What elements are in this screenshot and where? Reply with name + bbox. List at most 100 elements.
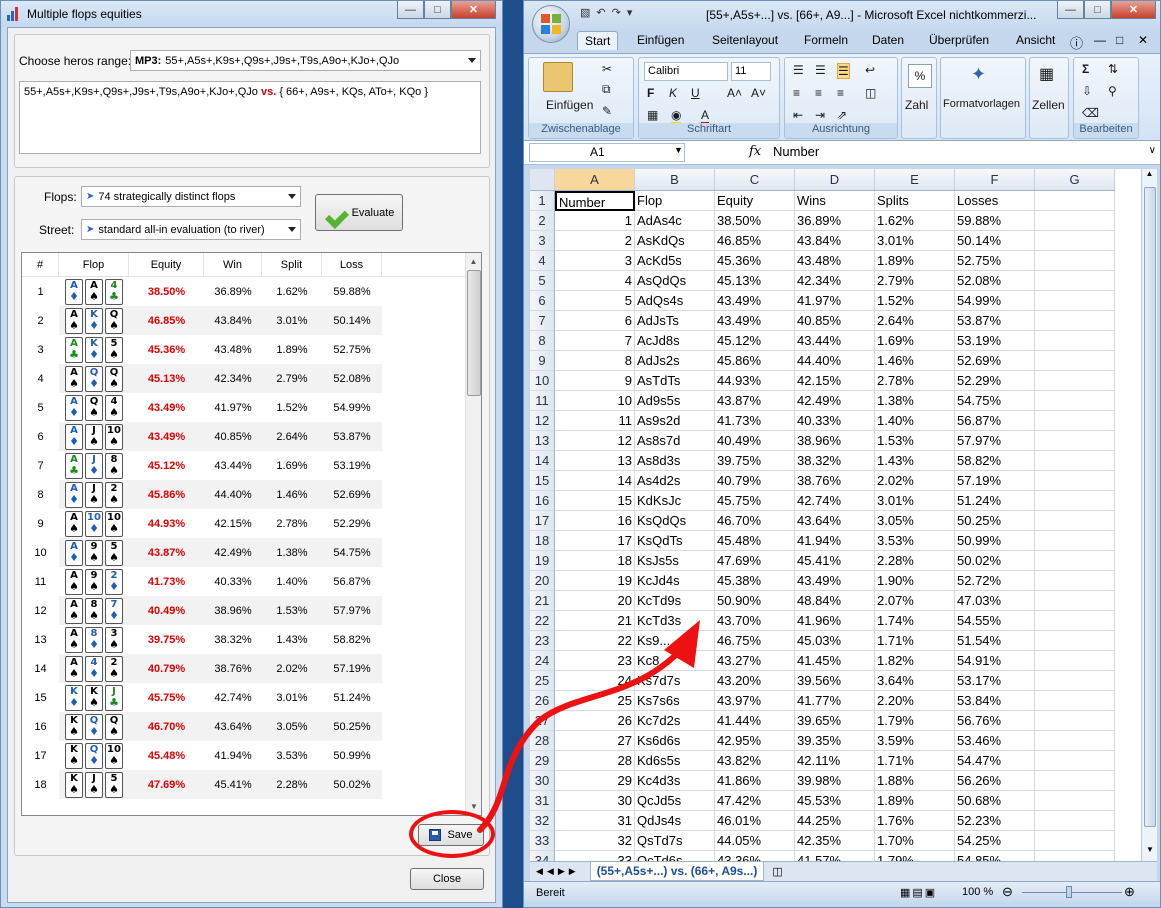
cell[interactable]: AdJsTs [635,311,715,331]
cell[interactable]: 47.69% [715,551,795,571]
cell[interactable]: AcKd5s [635,251,715,271]
align-center-icon[interactable]: ≡ [815,86,822,100]
cell[interactable]: As9s2d [635,411,715,431]
grid-scrollbar[interactable]: ▲ ▼ [465,253,481,815]
zoom-level[interactable]: 100 % [962,886,993,898]
cell[interactable] [1035,731,1115,751]
cell[interactable]: 21 [555,611,635,631]
cell[interactable]: 8 [555,351,635,371]
cell[interactable]: 1.76% [875,811,955,831]
align-right-icon[interactable]: ≡ [837,86,844,100]
ribbon-minimize-icon[interactable]: — [1094,33,1106,47]
cell[interactable]: 50.68% [955,791,1035,811]
excel-close-button[interactable]: ✕ [1111,1,1156,19]
cell[interactable]: 2.79% [875,271,955,291]
row-header[interactable]: 26 [530,691,555,711]
cell[interactable]: 44.05% [715,831,795,851]
cell[interactable] [1035,331,1115,351]
cell[interactable]: 40.33% [795,411,875,431]
row-header[interactable]: 25 [530,671,555,691]
cell[interactable]: 43.82% [715,751,795,771]
underline-icon[interactable]: U [691,86,700,100]
cell[interactable]: 1.74% [875,611,955,631]
cell[interactable]: 50.14% [955,231,1035,251]
minimize-button[interactable]: — [397,1,424,19]
row-header[interactable]: 27 [530,711,555,731]
italic-icon[interactable]: K [669,86,677,100]
cell[interactable]: 51.24% [955,491,1035,511]
tab-start[interactable]: Start [577,31,619,50]
col-f-header[interactable]: F [955,169,1035,190]
row-header[interactable]: 24 [530,651,555,671]
header-cell[interactable]: Flop [635,191,715,211]
cell[interactable]: 53.84% [955,691,1035,711]
cell[interactable]: 52.23% [955,811,1035,831]
zoom-in-icon[interactable]: ⊕ [1124,884,1135,900]
paste-icon[interactable] [543,62,573,92]
fx-icon[interactable]: fx [749,144,761,159]
row-header[interactable]: 19 [530,551,555,571]
grid-row[interactable]: 11 A ♠ 9 ♠ 2 ♦ 41.73% 40.33% 1.40% 56.87% [22,567,467,596]
cell[interactable]: 45.03% [795,631,875,651]
cells-button[interactable]: Zellen [1032,98,1065,112]
close-button[interactable]: Close [410,868,484,890]
cell[interactable]: 44.25% [795,811,875,831]
row-header[interactable]: 20 [530,571,555,591]
scroll-down-icon[interactable]: ▼ [1142,845,1158,861]
cell[interactable]: 44.40% [795,351,875,371]
office-button-icon[interactable] [532,5,570,43]
row-header[interactable]: 29 [530,751,555,771]
row-header[interactable]: 6 [530,291,555,311]
cell[interactable]: AdQs4s [635,291,715,311]
cell[interactable]: 45.48% [715,531,795,551]
cell[interactable]: 17 [555,531,635,551]
grid-row[interactable]: 14 A ♠ 4 ♦ 2 ♠ 40.79% 38.76% 2.02% 57.19% [22,654,467,683]
cell[interactable]: AdAs4c [635,211,715,231]
cell[interactable]: 38.50% [715,211,795,231]
col-header-equity[interactable]: Equity [129,253,204,276]
cell[interactable] [1035,211,1115,231]
cell[interactable]: 9 [555,371,635,391]
header-cell[interactable]: Wins [795,191,875,211]
cell[interactable]: 52.69% [955,351,1035,371]
cell[interactable]: 1.52% [875,291,955,311]
cell[interactable]: 50.25% [955,511,1035,531]
col-header-flop[interactable]: Flop [59,253,129,276]
scroll-up-icon[interactable]: ▲ [1142,169,1157,185]
cell[interactable]: 13 [555,451,635,471]
col-header-number[interactable]: # [22,253,59,276]
cell[interactable]: 41.96% [795,611,875,631]
align-middle-icon[interactable]: ☰ [815,63,826,77]
styles-icon[interactable]: ✦ [971,64,986,85]
cell[interactable]: 3.05% [875,511,955,531]
grid-row[interactable]: 13 A ♠ 8 ♦ 3 ♠ 39.75% 38.32% 1.43% 58.82% [22,625,467,654]
cell[interactable]: 39.56% [795,671,875,691]
row-header[interactable]: 9 [530,351,555,371]
cell[interactable]: AsQdQs [635,271,715,291]
cell[interactable]: 50.90% [715,591,795,611]
grid-row[interactable]: 4 A ♠ Q ♦ Q ♠ 45.13% 42.34% 2.79% 52.08% [22,364,467,393]
cell[interactable]: 54.91% [955,651,1035,671]
cell[interactable]: 2.64% [875,311,955,331]
cell[interactable]: 2.07% [875,591,955,611]
col-c-header[interactable]: C [715,169,795,190]
cell[interactable]: 2 [555,231,635,251]
cell[interactable]: 57.19% [955,471,1035,491]
zoom-out-icon[interactable]: ⊖ [1002,884,1013,900]
cell[interactable]: As8d3s [635,451,715,471]
cell[interactable]: 43.84% [795,231,875,251]
autosum-icon[interactable]: Σ [1082,62,1089,76]
cell[interactable]: As8s7d [635,431,715,451]
col-d-header[interactable]: D [795,169,875,190]
cell[interactable]: 51.54% [955,631,1035,651]
cell[interactable]: 15 [555,491,635,511]
scroll-thumb[interactable] [1144,187,1156,827]
row-header[interactable]: 23 [530,631,555,651]
styles-button[interactable]: Formatvorlagen [943,98,1020,110]
cell[interactable]: AdJs2s [635,351,715,371]
cell[interactable]: 39.75% [715,451,795,471]
borders-icon[interactable]: ▦ [647,108,658,122]
clear-icon[interactable]: ⌫ [1082,106,1099,120]
cell[interactable] [1035,451,1115,471]
cell[interactable] [1035,491,1115,511]
